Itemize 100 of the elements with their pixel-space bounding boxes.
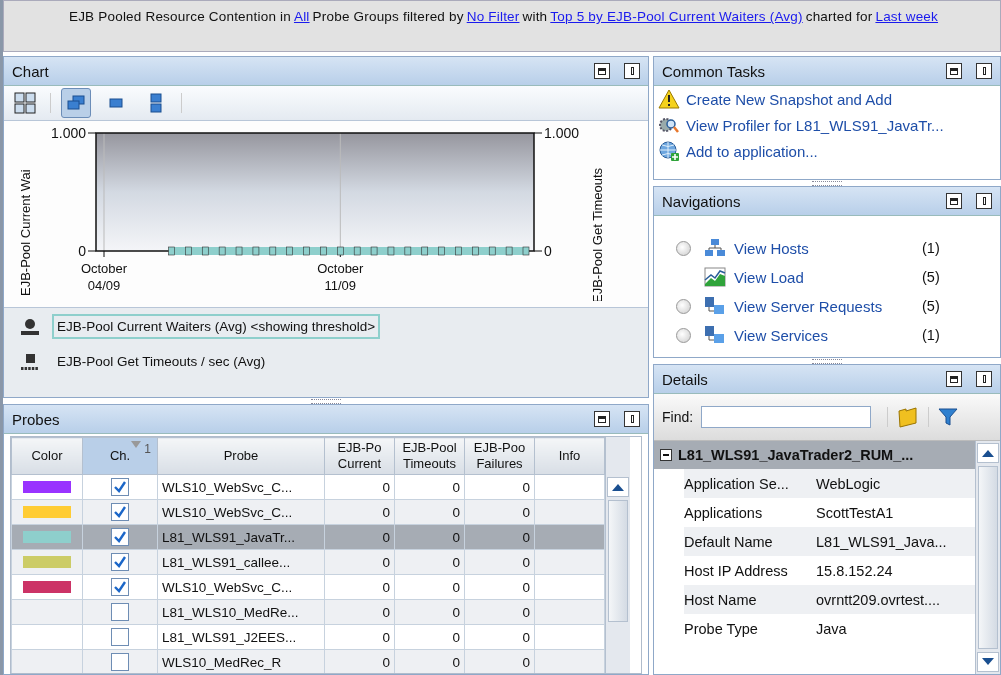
table-cell: 0 [382, 479, 390, 495]
table-cell: 0 [522, 629, 530, 645]
servers-icon [704, 325, 726, 345]
splitter-grip[interactable] [812, 358, 842, 364]
checkbox[interactable] [111, 503, 129, 521]
header-text: charted for [805, 9, 873, 24]
table-cell: 0 [522, 479, 530, 495]
pin-button[interactable] [976, 63, 992, 79]
table-row[interactable]: L81_WLS91_callee... 0 0 0 [11, 549, 605, 575]
radio-button[interactable] [676, 327, 691, 343]
scroll-up-icon[interactable] [607, 477, 629, 497]
table-cell: 0 [522, 654, 530, 670]
scroll-up-icon[interactable] [977, 443, 999, 463]
sort-order: 1 [144, 441, 151, 457]
maximize-button[interactable] [594, 63, 610, 79]
table-cell: 0 [522, 529, 530, 545]
navigation-link[interactable]: View Server Requests [734, 297, 914, 315]
property-value: L81_WLS91_Java... [815, 533, 947, 550]
panel-title: Common Tasks [662, 62, 767, 80]
table-cell: 0 [452, 529, 460, 545]
collapse-toggle[interactable] [660, 449, 672, 461]
header-link[interactable]: Top 5 by EJB-Pool Current Waiters (Avg) [550, 9, 803, 24]
property-name: Applications [684, 504, 764, 521]
scroll-down-icon[interactable] [977, 652, 999, 672]
maximize-button[interactable] [946, 63, 962, 79]
table-cell: 0 [522, 504, 530, 520]
header-link[interactable]: All [293, 9, 310, 24]
checkbox[interactable] [111, 528, 129, 546]
pin-button[interactable] [624, 63, 640, 79]
legend-item[interactable]: EJB-Pool Get Timeouts / sec (Avg) [52, 349, 271, 374]
pin-button[interactable] [976, 193, 992, 209]
checkbox[interactable] [111, 653, 129, 671]
checkbox[interactable] [111, 578, 129, 596]
maximize-button[interactable] [946, 193, 962, 209]
table-cell: L81_WLS10_MedRe... [162, 604, 299, 620]
splitter-grip[interactable] [311, 398, 341, 404]
vertical-scrollbar[interactable] [975, 441, 1000, 674]
x-tick-label: October 11/09 [317, 261, 364, 293]
table-cell: 0 [452, 579, 460, 595]
task-link[interactable]: View Profiler for L81_WLS91_JavaTr... [686, 116, 944, 134]
table-row[interactable]: WLS10_WebSvc_C... 0 0 0 [11, 574, 605, 600]
header-link[interactable]: No Filter [466, 9, 520, 24]
item-count: (1) [922, 240, 940, 256]
table-cell: 0 [452, 654, 460, 670]
y-tick-label: 0 [78, 243, 86, 259]
column-header[interactable]: Ch. 1 [82, 437, 158, 475]
task-link[interactable]: Add to application... [686, 142, 818, 160]
property-name: Host IP Address [684, 562, 789, 579]
table-cell: 0 [382, 504, 390, 520]
sort-descending-icon [131, 441, 142, 448]
table-cell: WLS10_WebSvc_C... [162, 579, 293, 595]
table-row[interactable]: WLS10_WebSvc_C... 0 0 0 [11, 499, 605, 525]
pin-button[interactable] [624, 411, 640, 427]
find-field[interactable] [701, 406, 872, 428]
table-cell: 0 [522, 604, 530, 620]
column-header[interactable]: EJB-Po Current [324, 437, 395, 475]
pin-button[interactable] [976, 371, 992, 387]
tree-group-header[interactable]: L81_WLS91_JavaTrader2_RUM_... [654, 441, 975, 469]
checkbox[interactable] [111, 478, 129, 496]
property-name: Probe Type [684, 620, 759, 637]
table-cell: WLS10_MedRec_R [162, 654, 282, 670]
task-link[interactable]: Create New Snapshot and Add [686, 90, 892, 108]
table-row[interactable]: WLS10_WebSvc_C... 0 0 0 [11, 474, 605, 500]
vertical-scrollbar[interactable] [605, 437, 630, 673]
navigation-link[interactable]: View Services [734, 326, 914, 344]
maximize-button[interactable] [946, 371, 962, 387]
header-link[interactable]: Last week [875, 9, 939, 24]
find-label: Find: [662, 409, 694, 425]
column-header[interactable]: Color [11, 437, 83, 475]
radio-button[interactable] [676, 240, 691, 256]
panel-title: Navigations [662, 192, 742, 210]
overlay-view-button[interactable] [61, 88, 91, 118]
table-cell: 0 [452, 554, 460, 570]
warning-icon [658, 89, 680, 109]
column-header[interactable]: Probe [157, 437, 325, 475]
column-header[interactable]: Info [534, 437, 605, 475]
legend-item[interactable]: EJB-Pool Current Waiters (Avg) <showing threshold> [52, 314, 381, 339]
checkbox[interactable] [111, 553, 129, 571]
series-marker-icon [20, 317, 40, 336]
table-row[interactable]: L81_WLS91_J2EES... 0 0 0 [11, 624, 605, 650]
maximize-button[interactable] [594, 411, 610, 427]
gear-magnifier-icon [658, 115, 680, 135]
property-value: ScottTestA1 [815, 504, 894, 521]
table-row[interactable]: WLS10_MedRec_R 0 0 0 [11, 649, 605, 673]
y-tick-label: 1.000 [544, 125, 580, 141]
column-header[interactable]: EJB-Poo Failures [464, 437, 535, 475]
navigation-link[interactable]: View Load [734, 268, 914, 286]
table-cell: L81_WLS91_JavaTr... [162, 529, 296, 545]
table-row[interactable]: L81_WLS91_JavaTr... 0 0 0 [11, 524, 605, 550]
filter-icon[interactable] [937, 406, 960, 428]
checkbox[interactable] [111, 628, 129, 646]
network-icon [704, 238, 726, 258]
checkbox[interactable] [111, 603, 129, 621]
table-row[interactable]: L81_WLS10_MedRe... 0 0 0 [11, 599, 605, 625]
navigation-link[interactable]: View Hosts [734, 239, 914, 257]
splitter-grip[interactable] [812, 180, 842, 186]
radio-button[interactable] [676, 298, 691, 314]
panel-title: Probes [12, 410, 61, 428]
column-header[interactable]: EJB-Pool Timeouts [394, 437, 465, 475]
grid-icon [14, 92, 36, 114]
